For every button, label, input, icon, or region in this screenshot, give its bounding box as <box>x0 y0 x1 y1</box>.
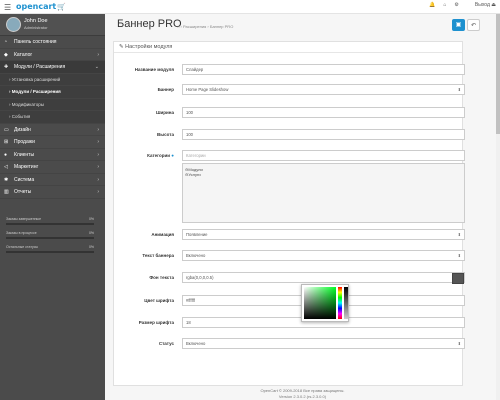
sidebar-item-modules[interactable]: › Модули / Расширения <box>0 86 105 99</box>
font-color-label: Цвет шрифта <box>144 298 174 303</box>
banner-select[interactable]: Home Page Slideshow ⬍ <box>182 84 465 95</box>
footer-copyright: OpenCart © 2009-2018 Все права защищены. <box>260 388 345 393</box>
sidebar-item-design[interactable]: ▭ Дизайн › <box>0 124 105 136</box>
stat-complete: Заказы завершенные 0% <box>4 214 96 228</box>
sidebar-item-marketing[interactable]: ◁ Маркетинг › <box>0 161 105 174</box>
sidebar-item-system[interactable]: ✱ Система › <box>0 174 105 186</box>
sidebar-item-reports[interactable]: ▥ Отчеты › <box>0 186 105 199</box>
breadcrumb: ⌂ › Расширения › Баннер PRO <box>177 24 234 29</box>
page-title: Баннер PRO <box>117 18 182 30</box>
user-name: John Doe <box>24 18 48 24</box>
logout-link[interactable]: Выход ⏏ <box>467 2 496 8</box>
categories-label: Категории ● <box>147 153 174 158</box>
settings-panel: ✎ Настройки модуля Название модуля Слайд… <box>113 41 465 386</box>
chart-icon: ▥ <box>4 189 9 195</box>
puzzle-icon: ✚ <box>4 64 9 70</box>
dashboard-icon: ◔ <box>4 39 8 45</box>
share-icon: ◁ <box>4 164 8 170</box>
breadcrumb-current[interactable]: Баннер PRO <box>210 24 234 29</box>
cart-icon: ⊞ <box>4 139 9 145</box>
saturation-field[interactable] <box>304 287 336 319</box>
scrollbar[interactable] <box>496 14 500 400</box>
home-icon[interactable]: ⌂ <box>443 2 446 8</box>
footer-version: Version 2.3.0.2.(rs.2.3.0.0) <box>278 394 327 399</box>
sidebar-item-customers[interactable]: ● Клиенты › <box>0 149 105 161</box>
breadcrumb-extensions[interactable]: Расширения <box>183 24 206 29</box>
text-select[interactable]: Включено ⬍ <box>182 250 465 261</box>
user-icon: ● <box>4 151 8 158</box>
chevron-right-icon: › <box>97 164 99 170</box>
status-label: Статус <box>158 341 174 346</box>
cog-icon: ✱ <box>4 176 9 183</box>
desktop-icon: ▭ <box>4 126 9 133</box>
user-role: Administrator <box>24 25 48 30</box>
dropdown-arrow-icon: ⬍ <box>457 232 461 237</box>
sidebar-item-dashboard[interactable]: ◔ Панель состояния <box>0 36 105 49</box>
width-label: Ширина <box>155 110 174 115</box>
tag-icon: ◆ <box>4 51 8 58</box>
top-bar: ☰ opencart🛒 🔔 ⌂ ⚙ Выход ⏏ <box>0 0 500 14</box>
main-content: Баннер PRO ⌂ › Расширения › Баннер PRO ▣… <box>105 14 500 400</box>
alpha-slider[interactable] <box>344 287 348 319</box>
bg-label: Фон текста <box>149 275 174 280</box>
avatar <box>6 17 21 32</box>
user-panel: John Doe Administrator <box>0 14 105 36</box>
stat-other: Остальные статусы 0% <box>4 242 96 256</box>
header-buttons: ▣ ↶ <box>450 19 480 31</box>
sidebar-item-extensions[interactable]: ✚ Модули / Расширения ⌄ <box>0 61 105 74</box>
status-select[interactable]: Включено ⬍ <box>182 338 465 349</box>
dropdown-arrow-icon: ⬍ <box>457 341 461 346</box>
name-input[interactable]: Слайдер <box>182 64 465 75</box>
chevron-right-icon: › <box>97 189 99 195</box>
help-icon[interactable]: ● <box>171 153 174 158</box>
sidebar-item-modifications[interactable]: › Модификаторы <box>0 98 105 111</box>
font-size-label: Размер шрифта <box>138 320 174 325</box>
animation-select[interactable]: Появление ⬍ <box>182 229 465 240</box>
sidebar-item-installer[interactable]: › Установка расширений <box>0 73 105 86</box>
dropdown-arrow-icon: ⬍ <box>457 253 461 258</box>
categories-list: ⊖Модули ⊖Услуги <box>182 163 465 223</box>
height-input[interactable]: 100 <box>182 129 465 140</box>
home-icon[interactable]: ⌂ <box>177 24 179 29</box>
animation-label: Анимация <box>151 232 174 237</box>
stat-processing: Заказы в процессе 0% <box>4 228 96 242</box>
menu-toggle-icon[interactable]: ☰ <box>4 3 11 12</box>
height-label: Высота <box>157 132 174 137</box>
scrollbar-thumb[interactable] <box>496 14 500 134</box>
top-right-controls: 🔔 ⌂ ⚙ Выход ⏏ <box>421 2 496 8</box>
color-picker[interactable] <box>301 284 349 322</box>
panel-title: ✎ Настройки модуля <box>114 42 462 53</box>
sidebar-item-catalog[interactable]: ◆ Каталог › <box>0 49 105 61</box>
sidebar: John Doe Administrator ◔ Панель состояния… <box>0 14 105 400</box>
width-input[interactable]: 100 <box>182 107 465 118</box>
sidebar-item-sales[interactable]: ⊞ Продажи › <box>0 136 105 149</box>
text-label: Текст баннера <box>142 253 174 258</box>
cart-logo-icon: 🛒 <box>57 3 66 11</box>
sidebar-item-events[interactable]: › События <box>0 111 105 124</box>
sidebar-nav: ◔ Панель состояния ◆ Каталог › ✚ Модули / Ра… <box>0 36 105 199</box>
logo[interactable]: opencart🛒 <box>16 2 66 11</box>
name-label: Название модуля <box>134 67 174 72</box>
color-swatch[interactable] <box>452 273 464 284</box>
back-button[interactable]: ↶ <box>467 19 480 31</box>
banner-label: Баннер <box>157 87 174 92</box>
category-item[interactable]: ⊖Услуги <box>185 172 462 177</box>
categories-input[interactable]: Категории <box>182 150 465 161</box>
order-stats: Заказы завершенные 0% Заказы в процессе 0%… <box>4 214 96 256</box>
chevron-right-icon: › <box>97 51 99 58</box>
save-button[interactable]: ▣ <box>452 19 465 31</box>
bg-color-input[interactable]: rgba(0,0,0,0.5) <box>182 272 465 284</box>
bell-icon[interactable]: 🔔 <box>429 2 435 8</box>
chevron-right-icon: › <box>97 126 99 133</box>
dropdown-arrow-icon: ⬍ <box>457 87 461 92</box>
chevron-right-icon: › <box>97 139 99 145</box>
support-icon[interactable]: ⚙ <box>454 2 458 8</box>
chevron-right-icon: › <box>97 151 99 158</box>
chevron-down-icon: ⌄ <box>94 64 99 70</box>
hue-slider[interactable] <box>338 287 342 319</box>
chevron-right-icon: › <box>97 176 99 183</box>
